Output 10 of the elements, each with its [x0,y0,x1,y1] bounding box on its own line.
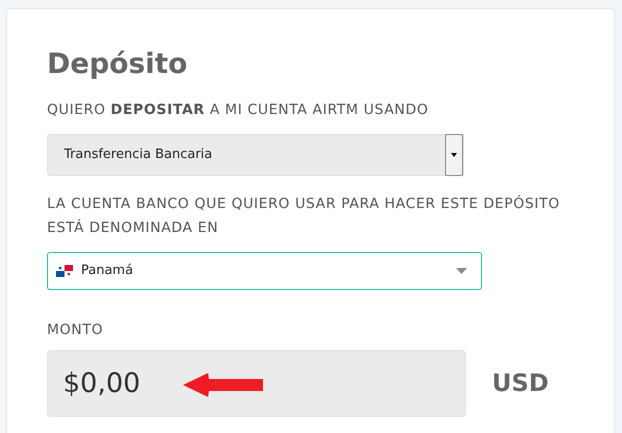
amount-field[interactable]: $0,00 [47,350,466,417]
flag-icon [56,264,73,277]
amount-label: MONTO [47,320,104,340]
page-title: Depósito [47,49,188,80]
country-select[interactable]: Panamá [47,252,482,290]
method-select[interactable]: Transferencia Bancaria [47,134,464,176]
method-label: QUIERO DEPOSITAR A MI CUENTA AIRTM USANDO [47,100,430,120]
currency-code: USD [492,368,549,400]
caret-icon [456,268,467,274]
currency-label: LA CUENTA BANCO QUE QUIERO USAR PARA HACER ESTE DEPÓSITO ESTÁ DENOMINADA EN [47,194,561,238]
